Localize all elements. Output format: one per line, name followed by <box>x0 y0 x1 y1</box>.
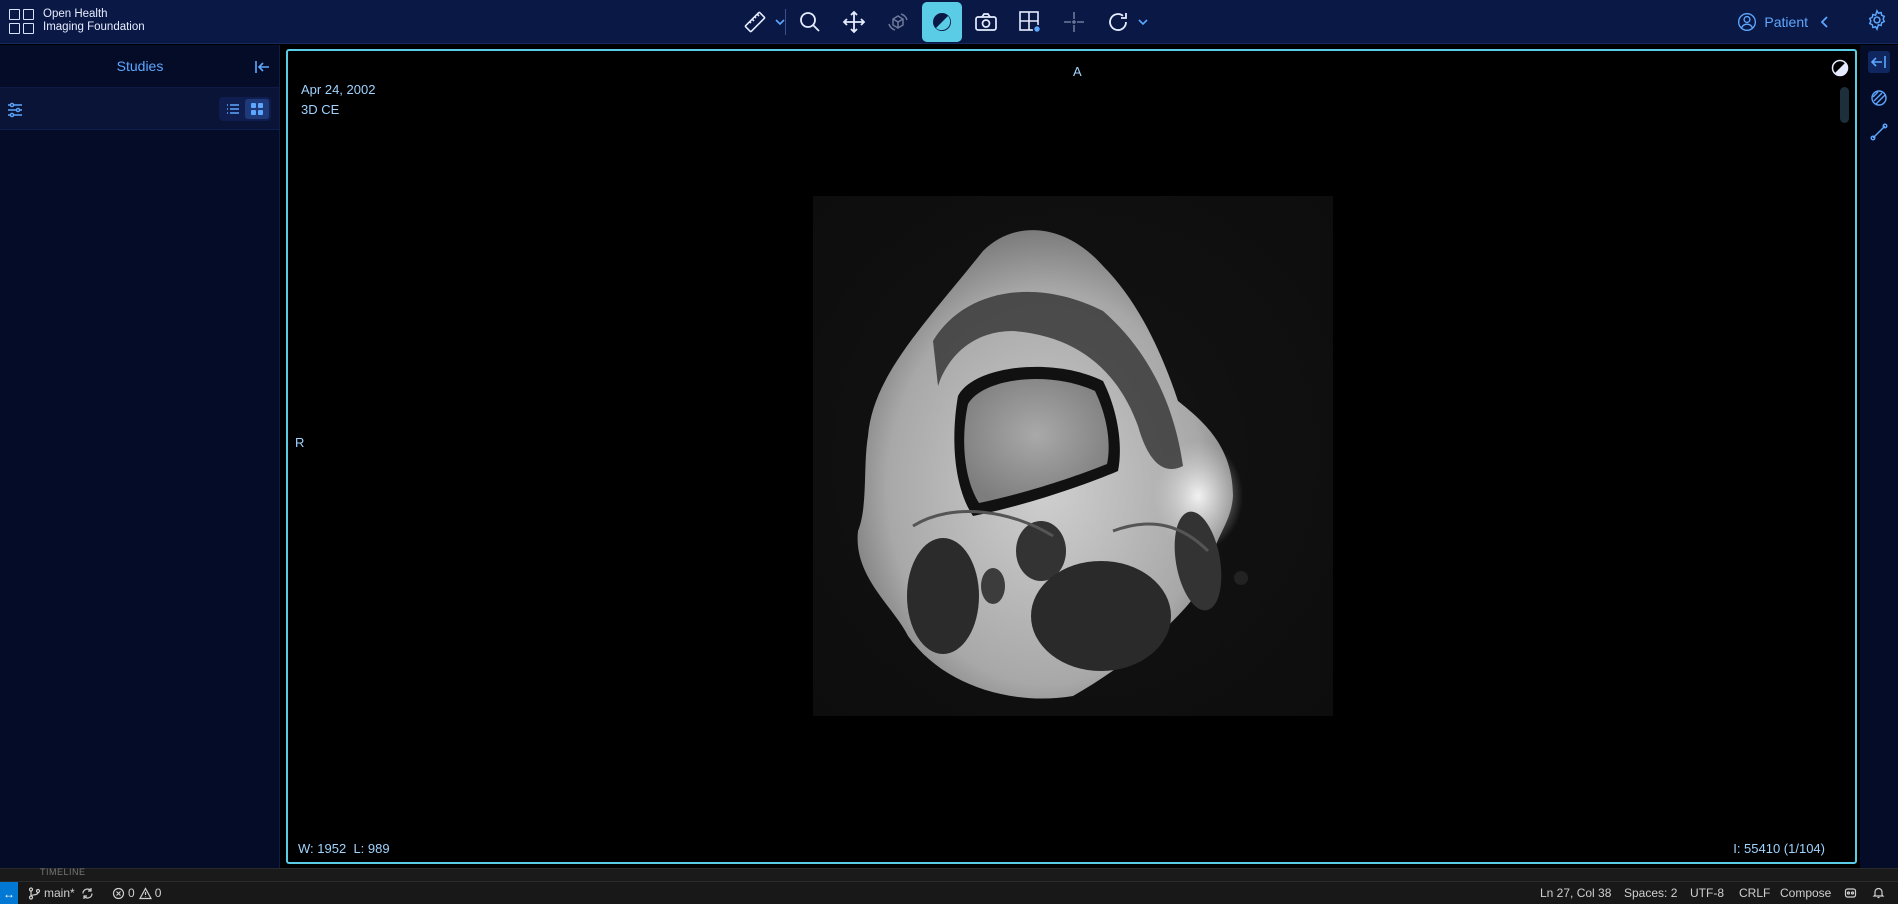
mri-image <box>813 196 1333 716</box>
instance-number: I: 55410 (1/104) <box>1733 841 1825 856</box>
reset-tool-button[interactable] <box>1098 2 1138 42</box>
studies-panel-header: Studies <box>0 45 279 88</box>
sliders-icon <box>8 102 22 118</box>
error-icon <box>112 887 125 899</box>
capture-tool-button[interactable] <box>966 2 1006 42</box>
measurement-line-icon <box>1870 123 1888 141</box>
right-panel-strip <box>1860 45 1898 868</box>
contrast-icon <box>1831 59 1849 77</box>
move-arrows-icon <box>842 10 866 34</box>
git-branch-icon <box>28 886 41 900</box>
copilot-button[interactable] <box>1844 886 1860 899</box>
chevron-down-icon <box>1138 19 1148 26</box>
problems-indicator[interactable]: 0 0 <box>112 886 161 900</box>
rotate-3d-tool-button[interactable] <box>878 2 918 42</box>
main-toolbar <box>735 2 1154 42</box>
reset-dropdown[interactable] <box>1136 2 1150 42</box>
language-mode[interactable]: Compose <box>1780 886 1831 900</box>
contrast-icon <box>933 13 951 31</box>
status-bar: ↔ main* 0 0 Ln 27, Col 38 Spaces: 2 UTF-… <box>0 881 1898 904</box>
expand-right-panel-button[interactable] <box>1868 51 1890 73</box>
studies-title: Studies <box>116 58 164 74</box>
layout-tool-button[interactable] <box>1010 2 1050 42</box>
orientation-marker-top: A <box>1073 64 1082 79</box>
notifications-button[interactable] <box>1872 886 1888 899</box>
user-circle-icon <box>1738 13 1757 31</box>
bell-icon <box>1872 887 1885 899</box>
thumbnail-view-button[interactable] <box>245 99 269 119</box>
image-viewport[interactable]: Apr 24, 2002 3D CE A R W: 1952 L: 989 I:… <box>286 49 1857 864</box>
grid-settings-icon <box>1019 11 1042 34</box>
crosshair-icon <box>1064 12 1084 32</box>
grid-icon <box>251 103 263 115</box>
viewport-scrollbar[interactable] <box>1840 87 1849 123</box>
error-count: 0 <box>128 886 135 900</box>
sync-icon <box>82 887 93 899</box>
measure-tool-button[interactable] <box>735 2 775 42</box>
window-value: 1952 <box>317 841 347 856</box>
list-icon <box>227 104 239 114</box>
collapse-panel-button[interactable] <box>253 58 271 76</box>
expand-left-icon <box>1870 56 1886 68</box>
window-label: W: <box>298 841 314 856</box>
remote-indicator[interactable]: ↔ <box>0 882 18 904</box>
study-date: Apr 24, 2002 <box>301 82 376 97</box>
studies-panel: Studies <box>0 45 280 868</box>
view-mode-toggle <box>219 97 271 121</box>
window-level-readout: W: 1952 L: 989 <box>298 841 390 856</box>
branch-indicator[interactable]: main* <box>28 886 97 900</box>
filter-settings-button[interactable] <box>6 101 24 119</box>
chevron-left-icon <box>1820 16 1828 28</box>
timeline-label: TIMELINE <box>40 867 86 877</box>
toolbar-divider <box>785 9 786 35</box>
ruler-icon <box>744 11 766 33</box>
pan-tool-button[interactable] <box>834 2 874 42</box>
logo-squares-icon <box>9 8 34 34</box>
line-ending[interactable]: CRLF <box>1739 886 1770 900</box>
gear-icon <box>1868 8 1886 31</box>
logo-line-1: Open Health <box>43 8 108 20</box>
indentation[interactable]: Spaces: 2 <box>1624 886 1677 900</box>
rotate-cw-icon <box>1109 13 1127 31</box>
magnifier-icon <box>800 12 820 32</box>
segmentation-icon <box>1871 90 1887 106</box>
level-label: L: <box>353 841 365 856</box>
list-view-button[interactable] <box>221 99 245 119</box>
viewport-contrast-button[interactable] <box>1831 59 1849 77</box>
warning-icon <box>138 886 152 899</box>
segmentation-panel-button[interactable] <box>1868 87 1890 109</box>
warning-count: 0 <box>154 886 162 900</box>
logo-line-2: Imaging Foundation <box>43 21 145 33</box>
copilot-icon <box>1844 888 1857 898</box>
crosshairs-tool-button[interactable] <box>1054 2 1094 42</box>
cursor-position[interactable]: Ln 27, Col 38 <box>1540 886 1611 900</box>
file-encoding[interactable]: UTF-8 <box>1690 886 1724 900</box>
settings-button[interactable] <box>1866 8 1888 36</box>
studies-filter-row <box>0 88 279 130</box>
measurements-panel-button[interactable] <box>1868 121 1890 143</box>
remote-icon: ↔ <box>3 886 15 901</box>
timeline-panel[interactable]: TIMELINE <box>0 867 1898 881</box>
camera-icon <box>975 13 997 31</box>
ohif-logo[interactable]: Open Health Imaging Foundation <box>9 8 145 34</box>
orientation-marker-left: R <box>295 435 305 450</box>
series-description: 3D CE <box>301 102 340 117</box>
cube-rotate-icon <box>888 13 908 31</box>
window-level-tool-button[interactable] <box>922 2 962 42</box>
patient-label: Patient <box>1764 14 1808 30</box>
collapse-left-icon <box>255 61 269 73</box>
zoom-tool-button[interactable] <box>790 2 830 42</box>
app-header: Open Health Imaging Foundation Patient <box>0 0 1898 44</box>
branch-name: main* <box>44 886 75 900</box>
level-value: 989 <box>367 841 390 856</box>
patient-info-toggle[interactable]: Patient <box>1737 12 1832 32</box>
